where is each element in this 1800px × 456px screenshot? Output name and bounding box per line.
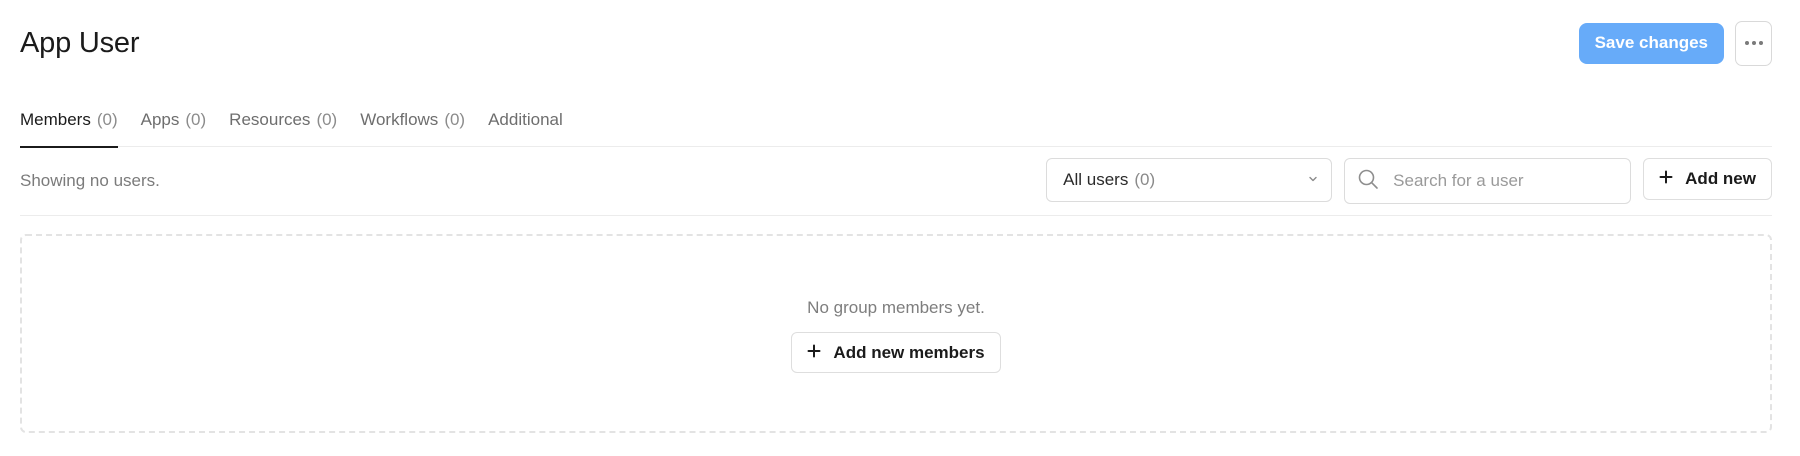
tab-additional[interactable]: Additional xyxy=(488,108,563,147)
tab-resources[interactable]: Resources (0) xyxy=(229,108,337,147)
more-horizontal-icon-dot xyxy=(1751,41,1756,45)
more-options-button[interactable] xyxy=(1735,20,1772,66)
chevron-down-icon xyxy=(1307,170,1319,190)
user-filter-select[interactable]: All users (0) xyxy=(1046,158,1333,202)
empty-state-message: No group members yet. xyxy=(807,298,985,317)
tab-label: Workflows xyxy=(360,110,439,129)
tab-label: Additional xyxy=(488,110,563,129)
tab-count: (0) xyxy=(185,110,207,129)
tab-members[interactable]: Members (0) xyxy=(20,108,118,148)
search-field[interactable] xyxy=(1344,158,1632,204)
tab-label: Apps xyxy=(140,110,180,129)
more-horizontal-icon-dot xyxy=(1758,41,1763,45)
tab-label: Resources xyxy=(229,110,311,129)
plus-icon xyxy=(1659,169,1673,189)
save-changes-button[interactable]: Save changes xyxy=(1578,22,1724,64)
tab-bar: Members (0) Apps (0) Resources (0) Workflow… xyxy=(20,108,1772,148)
tab-count: (0) xyxy=(444,110,466,129)
tab-apps[interactable]: Apps (0) xyxy=(141,108,207,147)
add-new-label: Add new xyxy=(1685,169,1756,188)
empty-state: No group members yet. Add new members xyxy=(20,234,1772,433)
plus-icon xyxy=(807,343,821,363)
search-input[interactable] xyxy=(1393,171,1614,191)
add-new-members-button[interactable]: Add new members xyxy=(791,332,1001,373)
add-new-button[interactable]: Add new xyxy=(1643,158,1772,200)
filter-count: (0) xyxy=(1134,170,1156,189)
page-header: App User Save changes xyxy=(20,20,1772,66)
tab-label: Members xyxy=(20,110,91,129)
tab-count: (0) xyxy=(316,110,338,129)
page-title: App User xyxy=(20,26,140,59)
header-actions: Save changes xyxy=(1578,20,1772,66)
members-toolbar: Showing no users. All users (0) Add new xyxy=(20,158,1772,216)
tab-workflows[interactable]: Workflows (0) xyxy=(360,108,465,147)
toolbar-controls: All users (0) Add new xyxy=(1046,158,1772,204)
tab-count: (0) xyxy=(96,110,118,129)
more-horizontal-icon xyxy=(1744,41,1749,45)
filter-label: All users xyxy=(1063,170,1129,189)
status-text: Showing no users. xyxy=(20,171,160,190)
search-icon xyxy=(1357,168,1379,195)
add-new-members-label: Add new members xyxy=(833,342,985,362)
